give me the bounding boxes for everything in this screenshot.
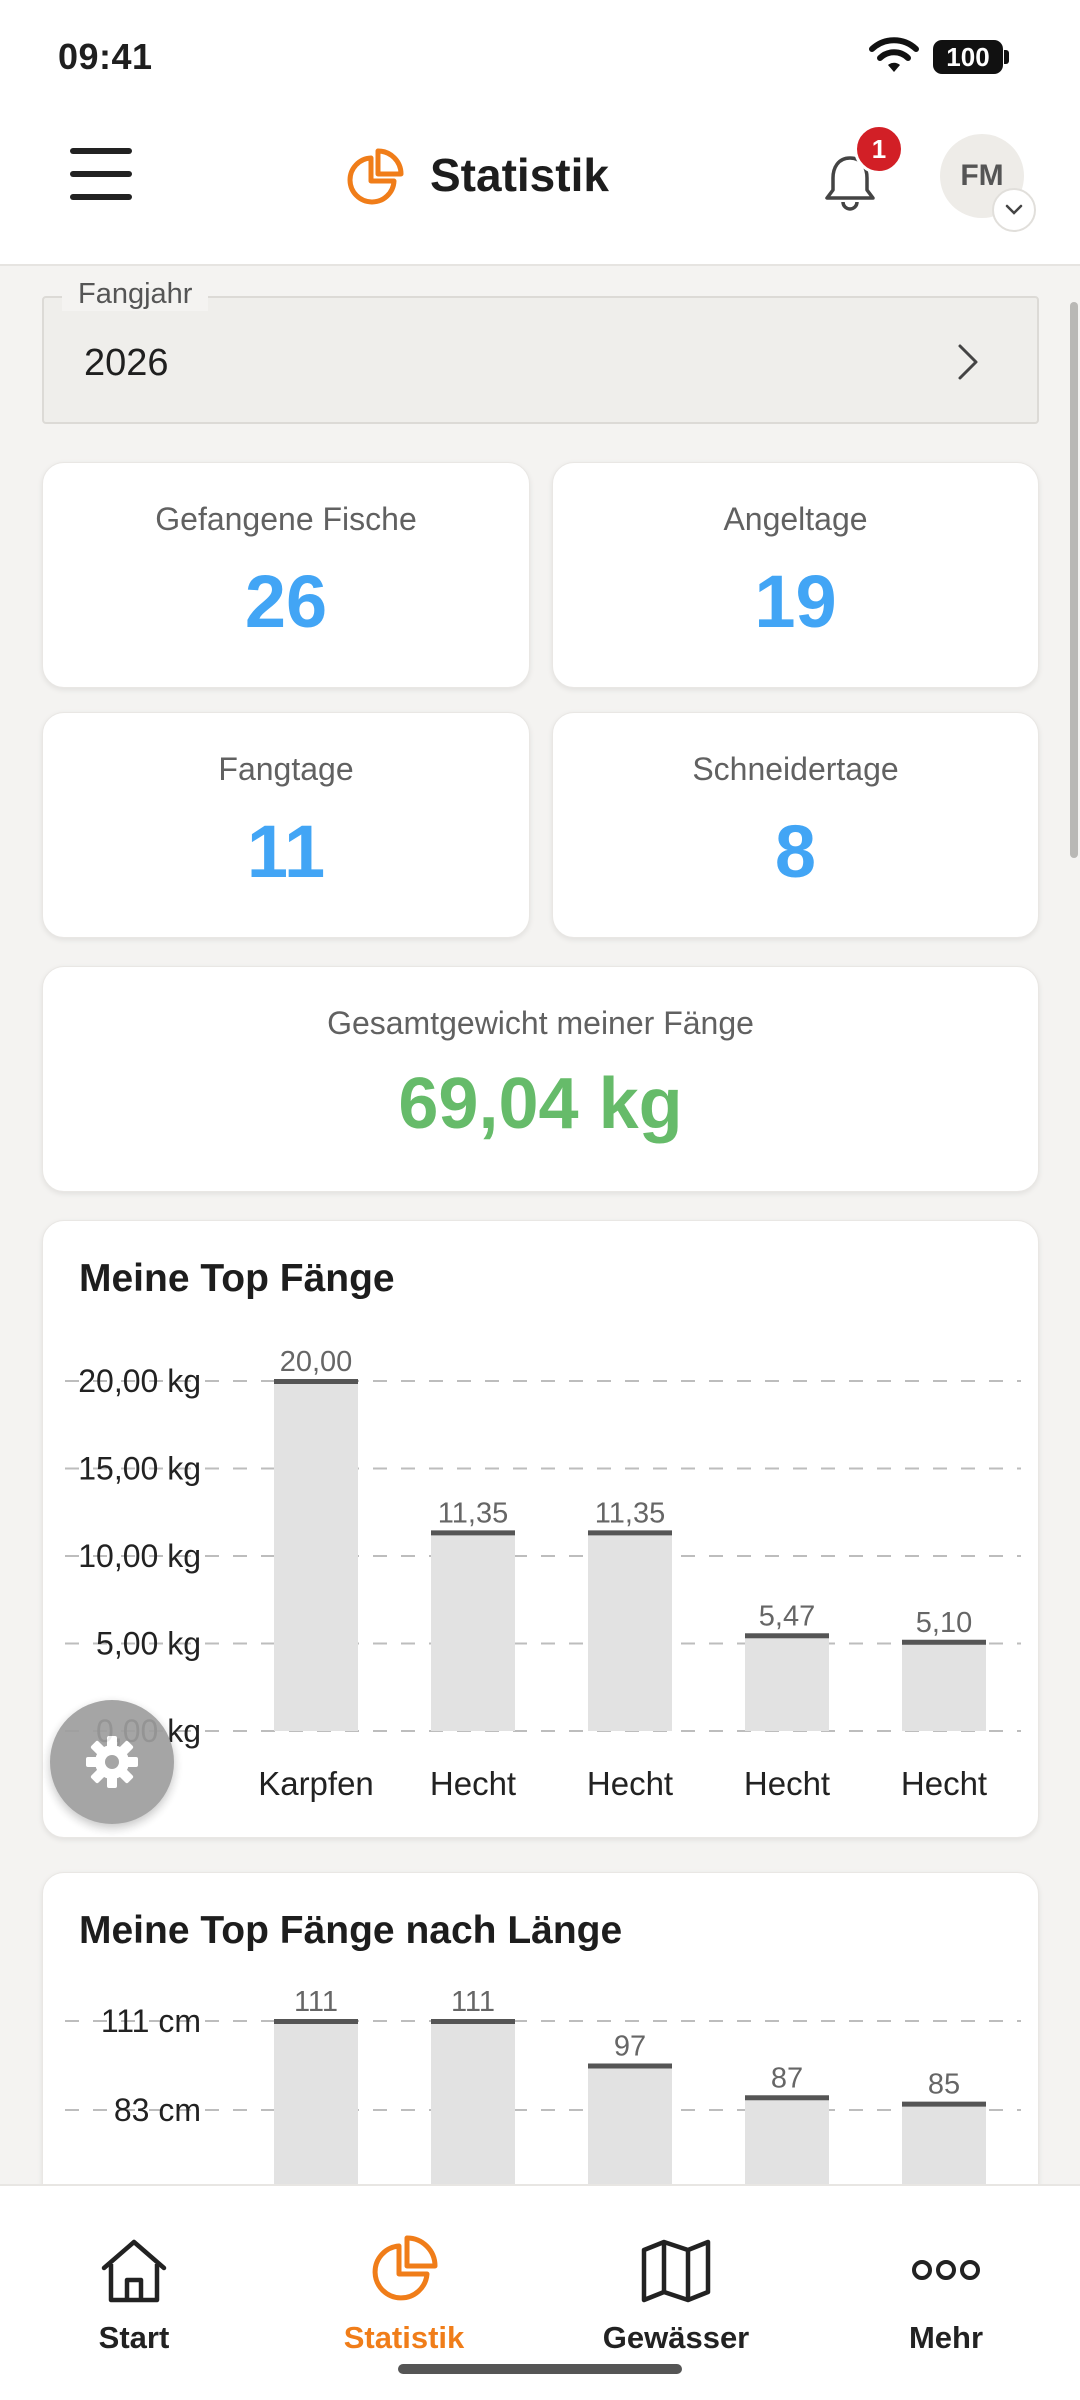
weight-bar-chart: 0,00 kg5,00 kg10,00 kg15,00 kg20,00 kg20…: [65, 1346, 1021, 1802]
stat-card-blank-days: Schneidertage 8: [552, 712, 1039, 938]
nav-item-start[interactable]: Start: [34, 2186, 234, 2366]
pie-chart-icon: [372, 2235, 438, 2301]
y-tick-label: 15,00 kg: [78, 1451, 201, 1487]
stat-label: Angeltage: [723, 501, 868, 537]
bar: [902, 1641, 986, 1731]
notification-badge: 1: [854, 124, 904, 174]
page-title: Statistik: [430, 149, 609, 201]
top-catches-weight-card: Meine Top Fänge 0,00 kg5,00 kg10,00 kg15…: [42, 1220, 1039, 1838]
stat-card-catch-days: Fangtage 11: [42, 712, 530, 938]
stat-label: Gefangene Fische: [155, 501, 417, 537]
stat-value: 19: [754, 560, 837, 643]
stat-card-fishing-days: Angeltage 19: [552, 462, 1039, 688]
y-tick-label: 83 cm: [114, 2092, 201, 2128]
category-label: Hecht: [744, 1765, 830, 1802]
more-dots-icon: [912, 2260, 980, 2280]
bar-value-label: 85: [928, 2069, 960, 2101]
nav-label: Mehr: [908, 2320, 984, 2355]
category-label: Karpfen: [258, 1765, 374, 1802]
total-weight-value: 69,04 kg: [398, 1064, 683, 1144]
status-bar: 09:41 100: [0, 0, 1080, 110]
bar-value-label: 111: [451, 1986, 495, 2018]
nav-item-mehr[interactable]: Mehr: [846, 2186, 1046, 2366]
bar: [745, 1635, 829, 1731]
battery-level: 100: [946, 41, 990, 72]
menu-button[interactable]: [66, 144, 136, 204]
chevron-down-icon[interactable]: [992, 188, 1036, 232]
home-indicator: [398, 2364, 682, 2374]
total-weight-card: Gesamtgewicht meiner Fänge 69,04 kg: [42, 966, 1039, 1192]
menu-icon-line: [70, 148, 132, 154]
y-tick-label: 10,00 kg: [78, 1538, 201, 1574]
year-selector-value: 2026: [84, 342, 169, 384]
nav-label: Start: [98, 2320, 170, 2355]
menu-icon-line: [70, 194, 132, 200]
bar-value-label: 20,00: [280, 1346, 353, 1378]
year-selector-label: Fangjahr: [62, 278, 209, 311]
y-tick-label: 5,00 kg: [96, 1626, 201, 1662]
stat-value: 11: [246, 810, 326, 893]
bar: [431, 1532, 515, 1731]
bar-top-line: [745, 2095, 829, 2101]
pie-chart-icon: [347, 148, 404, 205]
wifi-icon: [869, 37, 919, 72]
bar: [588, 1532, 672, 1731]
stat-label: Fangtage: [218, 751, 354, 787]
app-header: Statistik 1 FM: [0, 110, 1080, 266]
stat-value: 8: [774, 810, 817, 893]
bar-top-line: [902, 1639, 986, 1645]
bar-value-label: 11,35: [438, 1497, 508, 1529]
bar: [274, 1381, 358, 1731]
bar-top-line: [588, 1530, 672, 1536]
bar-value-label: 87: [771, 2062, 803, 2094]
home-icon: [101, 2239, 167, 2303]
gear-icon: [86, 1736, 138, 1788]
battery-icon: 100: [933, 40, 1003, 74]
bar-value-label: 11,35: [595, 1497, 665, 1529]
nav-label: Statistik: [343, 2320, 465, 2355]
year-selector[interactable]: [42, 296, 1039, 424]
bar-top-line: [588, 2063, 672, 2069]
bar-top-line: [431, 1530, 515, 1536]
y-tick-label: 111 cm: [101, 2003, 201, 2039]
category-label: Hecht: [901, 1765, 987, 1802]
category-label: Hecht: [430, 1765, 516, 1802]
bar-top-line: [902, 2101, 986, 2107]
bar-top-line: [274, 2019, 358, 2024]
total-weight-label: Gesamtgewicht meiner Fänge: [327, 1005, 754, 1041]
stat-label: Schneidertage: [692, 751, 899, 787]
battery-tip: [1004, 50, 1009, 64]
bar-value-label: 111: [294, 1986, 338, 2018]
bar-top-line: [274, 1379, 358, 1384]
category-label: Hecht: [587, 1765, 673, 1802]
bar-value-label: 5,47: [759, 1600, 815, 1632]
bar-value-label: 5,10: [916, 1607, 972, 1639]
nav-item-statistik[interactable]: Statistik: [304, 2186, 504, 2366]
stat-card-caught-fish: Gefangene Fische 26: [42, 462, 530, 688]
bar-value-label: 97: [614, 2030, 646, 2062]
map-icon: [641, 2239, 711, 2303]
y-tick-label: 20,00 kg: [78, 1363, 201, 1399]
chart-settings-button[interactable]: [50, 1700, 174, 1824]
scrollbar-thumb[interactable]: [1070, 302, 1078, 858]
status-time: 09:41: [58, 36, 153, 77]
nav-item-gewaesser[interactable]: Gewässer: [576, 2186, 776, 2366]
nav-label: Gewässer: [602, 2320, 750, 2355]
menu-icon-line: [70, 171, 132, 177]
stat-value: 26: [244, 560, 328, 643]
bar-top-line: [431, 2019, 515, 2024]
chevron-right-icon[interactable]: [950, 340, 986, 384]
bar-top-line: [745, 1633, 829, 1639]
